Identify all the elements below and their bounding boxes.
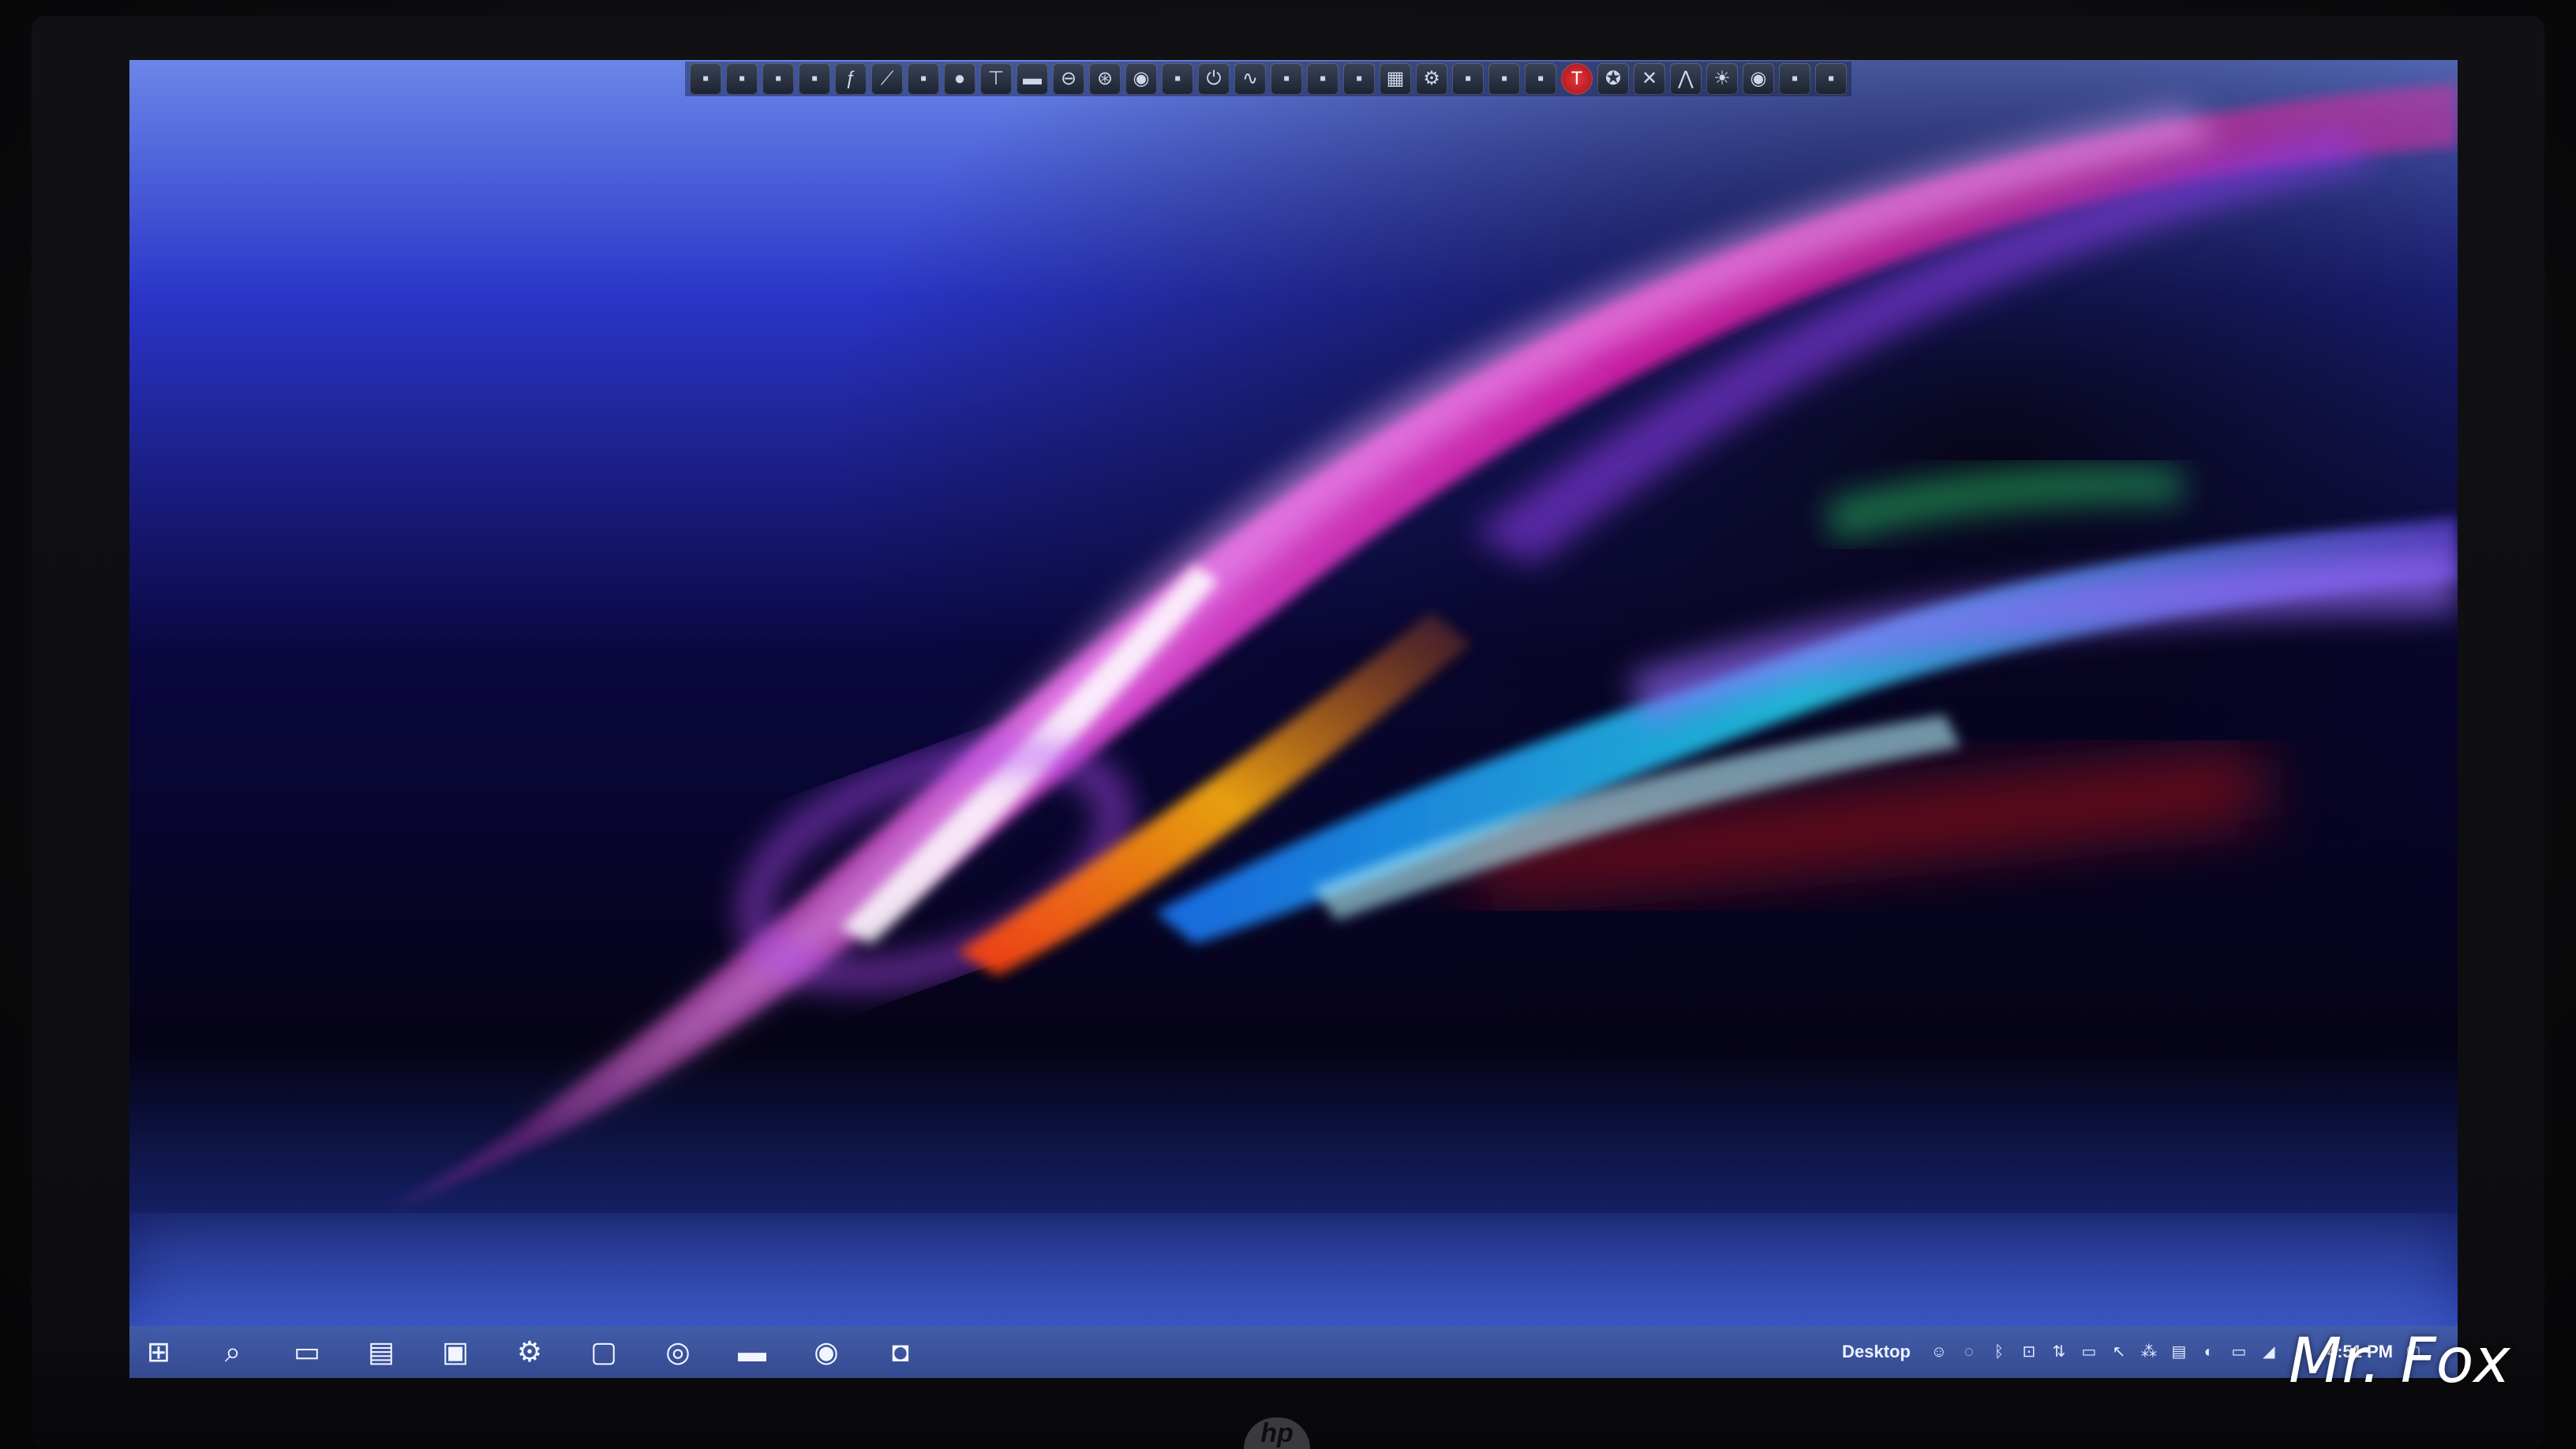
t-badge-icon[interactable]: T bbox=[1561, 63, 1593, 95]
app-icon[interactable]: ▪ bbox=[799, 63, 830, 95]
grid-icon[interactable]: ▦ bbox=[1380, 63, 1411, 95]
network-icon[interactable]: ⇅ bbox=[2050, 1342, 2069, 1361]
activity-icon[interactable]: ⋀ bbox=[1670, 63, 1702, 95]
app-icon[interactable]: ▪ bbox=[1525, 63, 1556, 95]
app-icon[interactable]: ▪ bbox=[1343, 63, 1375, 95]
store-icon[interactable]: ▣ bbox=[434, 1331, 477, 1373]
record-icon[interactable]: ◉ bbox=[1125, 63, 1157, 95]
app-icon[interactable]: ▪ bbox=[1815, 63, 1847, 95]
file-explorer-icon[interactable]: ▤ bbox=[360, 1331, 402, 1373]
people-icon[interactable]: ☺ bbox=[1930, 1342, 1949, 1361]
cursor-icon[interactable]: ↖ bbox=[2110, 1342, 2129, 1361]
power-icon[interactable]: ⏻ bbox=[1198, 63, 1230, 95]
wallpaper bbox=[129, 60, 2458, 1378]
app-icon[interactable]: ▪ bbox=[1779, 63, 1810, 95]
tray-icons: ☺ ◌ ᛒ ⊡ ⇅ ▭ ↖ ⁂ ▤ ◐ ▭ ◢ ♪ bbox=[1930, 1342, 2308, 1361]
drive-icon[interactable]: ▬ bbox=[1017, 63, 1048, 95]
app-icon[interactable]: ▪ bbox=[1307, 63, 1339, 95]
gear-icon[interactable]: ⚙ bbox=[1416, 63, 1447, 95]
app-icon[interactable]: ▪ bbox=[1162, 63, 1193, 95]
app-icon[interactable]: ▪ bbox=[1488, 63, 1520, 95]
top-dock-bar: ▪ ▪ ▪ ▪ ƒ ⟋ ▪ ● ⊤ ▬ ⊖ ⊛ ◉ ▪ ⏻ ∿ ▪ ▪ ▪ ▦ ⚙ ▪ ▪ ▪ T ✪ ✕ ⋀ ☀ ◉ ▪ ▪ bbox=[685, 62, 1852, 96]
taskbar-pinned-apps: ⊞ ⌕ ▭ ▤ ▣ ⚙ ▢ ◎ ▬ ◉ ◘ bbox=[129, 1326, 922, 1378]
paint-icon[interactable]: ◐ bbox=[2200, 1342, 2218, 1361]
app-icon[interactable]: ▪ bbox=[908, 63, 939, 95]
app-icon[interactable]: ▪ bbox=[762, 63, 794, 95]
bluetooth-icon[interactable]: ᛒ bbox=[1990, 1342, 2009, 1361]
x-icon[interactable]: ✕ bbox=[1634, 63, 1665, 95]
wave-icon[interactable]: ∿ bbox=[1234, 63, 1266, 95]
settings-icon[interactable]: ⊛ bbox=[1089, 63, 1121, 95]
chart-icon[interactable]: ⟋ bbox=[871, 63, 903, 95]
photo-scene: ▪ ▪ ▪ ▪ ƒ ⟋ ▪ ● ⊤ ▬ ⊖ ⊛ ◉ ▪ ⏻ ∿ ▪ ▪ ▪ ▦ ⚙ ▪ ▪ ▪ T ✪ ✕ ⋀ ☀ ◉ ▪ ▪ ⊞ ⌕ ▭ ▤ ▣ ⚙ ▢… bbox=[0, 0, 2576, 1449]
usb-icon[interactable]: ⊡ bbox=[2020, 1342, 2039, 1361]
start-button[interactable]: ⊞ bbox=[137, 1331, 180, 1373]
desktop-toolbar-label[interactable]: Desktop bbox=[1842, 1342, 1911, 1362]
sun-icon[interactable]: ☀ bbox=[1706, 63, 1738, 95]
outlook-icon[interactable]: ◘ bbox=[879, 1331, 922, 1373]
notes-icon[interactable]: ▢ bbox=[582, 1331, 625, 1373]
app-icon[interactable]: ⊤ bbox=[980, 63, 1012, 95]
app-icon[interactable]: ▪ bbox=[690, 63, 721, 95]
app-icon[interactable]: ▪ bbox=[1271, 63, 1302, 95]
app-icon[interactable]: ▤ bbox=[2170, 1342, 2188, 1361]
taskbar: ⊞ ⌕ ▭ ▤ ▣ ⚙ ▢ ◎ ▬ ◉ ◘ Desktop ☺ ◌ ᛒ ⊡ ⇅ ▭ ↖ ⁂ ▤ ◐ ▭ ◢ ♪ 4:51 P… bbox=[129, 1326, 2458, 1378]
wifi-icon[interactable]: ◢ bbox=[2260, 1342, 2278, 1361]
monitor-icon[interactable]: ▭ bbox=[2080, 1342, 2099, 1361]
desktop-screen: ▪ ▪ ▪ ▪ ƒ ⟋ ▪ ● ⊤ ▬ ⊖ ⊛ ◉ ▪ ⏻ ∿ ▪ ▪ ▪ ▦ ⚙ ▪ ▪ ▪ T ✪ ✕ ⋀ ☀ ◉ ▪ ▪ ⊞ ⌕ ▭ ▤ ▣ ⚙ ▢… bbox=[129, 60, 2458, 1378]
app-icon[interactable]: ⁂ bbox=[2140, 1342, 2159, 1361]
eye-icon[interactable]: ◉ bbox=[1743, 63, 1774, 95]
app-icon[interactable]: ▪ bbox=[726, 63, 758, 95]
browser-icon[interactable]: ◎ bbox=[657, 1331, 699, 1373]
app-icon[interactable]: ▬ bbox=[731, 1331, 773, 1373]
chat-icon[interactable]: ◌ bbox=[1960, 1342, 1979, 1361]
minus-circle-icon[interactable]: ⊖ bbox=[1053, 63, 1084, 95]
app-icon[interactable]: ▪ bbox=[1452, 63, 1484, 95]
folder-icon[interactable]: ▭ bbox=[2230, 1342, 2248, 1361]
search-icon[interactable]: ⌕ bbox=[212, 1331, 254, 1373]
watermark: Mr. Fox bbox=[2289, 1326, 2510, 1397]
disk-icon[interactable]: ● bbox=[944, 63, 975, 95]
chrome-icon[interactable]: ◉ bbox=[805, 1331, 848, 1373]
task-view-icon[interactable]: ▭ bbox=[286, 1331, 328, 1373]
feather-icon[interactable]: ƒ bbox=[835, 63, 867, 95]
settings-icon[interactable]: ⚙ bbox=[508, 1331, 551, 1373]
compass-icon[interactable]: ✪ bbox=[1597, 63, 1629, 95]
